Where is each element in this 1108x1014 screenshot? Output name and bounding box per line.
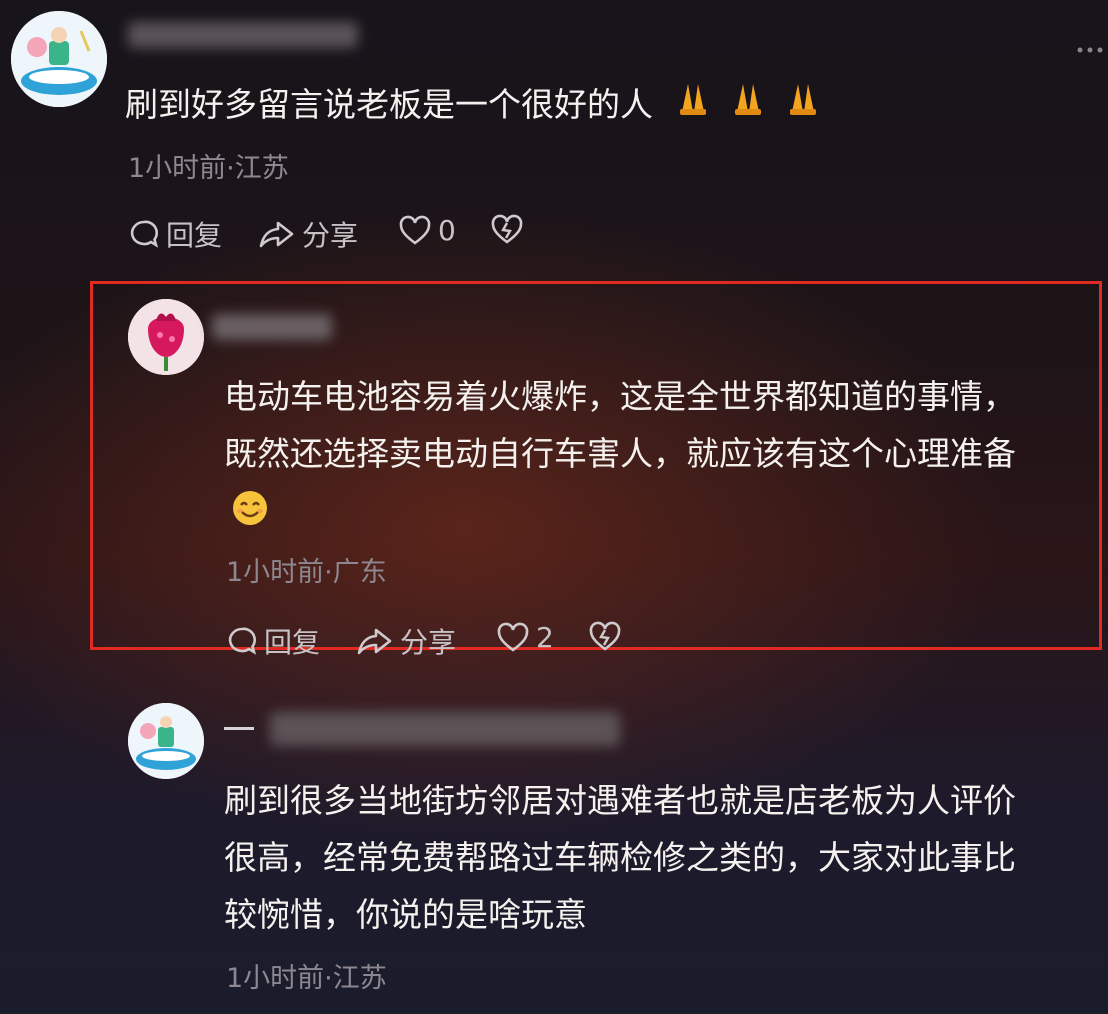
- share-icon: [259, 221, 294, 248]
- share-button[interactable]: 分享: [356, 621, 456, 661]
- comment-line: 很高，经常免费帮路过车辆检修之类的，大家对此事比: [224, 838, 1016, 877]
- comment-line: 电动车电池容易着火爆炸，这是全世界都知道的事情，: [224, 377, 1016, 416]
- comment-meta: 1小时前·广东: [226, 557, 387, 588]
- share-label: 分享: [400, 626, 457, 659]
- share-button[interactable]: 分享: [258, 214, 358, 254]
- dislike-button[interactable]: [490, 214, 524, 246]
- folded-hands-emoji: [672, 78, 822, 135]
- dislike-heart-icon: [589, 621, 621, 651]
- comment-meta: 1小时前·江苏: [226, 963, 387, 994]
- dislike-heart-icon: [491, 214, 523, 244]
- more-icon[interactable]: [1076, 40, 1106, 53]
- heart-icon: [399, 215, 431, 245]
- username-dash: [224, 727, 254, 730]
- avatar[interactable]: [128, 703, 204, 779]
- like-count: 0: [438, 214, 456, 247]
- heart-icon: [497, 622, 529, 652]
- comment-text: 电动车电池容易着火爆炸，这是全世界都知道的事情， 既然还选择卖电动自行车害人，就…: [224, 368, 1016, 539]
- comment-text-body: 刷到好多留言说老板是一个很好的人: [125, 85, 653, 124]
- reply-label: 回复: [264, 626, 321, 659]
- username-redacted: [212, 314, 332, 340]
- comment-text: 刷到很多当地街坊邻居对遇难者也就是店老板为人评价 很高，经常免费帮路过车辆检修之…: [224, 772, 1016, 943]
- username-redacted: [270, 712, 620, 746]
- smiling-face-emoji: [224, 482, 1016, 539]
- avatar[interactable]: [11, 11, 107, 107]
- comment-icon: [130, 220, 159, 248]
- like-count: 2: [536, 621, 554, 654]
- comment-icon: [228, 627, 257, 655]
- comment-line: 较惋惜，你说的是啥玩意: [224, 895, 587, 934]
- username-redacted: [128, 22, 358, 48]
- share-label: 分享: [302, 219, 359, 252]
- comment-meta: 1小时前·江苏: [128, 153, 289, 184]
- reply-button[interactable]: 回复: [128, 214, 222, 254]
- reply-label: 回复: [166, 219, 223, 252]
- like-button[interactable]: 0: [398, 214, 456, 247]
- avatar[interactable]: [128, 299, 204, 375]
- dislike-button[interactable]: [588, 621, 622, 653]
- comment-text: 刷到好多留言说老板是一个很好的人: [125, 76, 822, 135]
- reply-button[interactable]: 回复: [226, 621, 320, 661]
- share-icon: [357, 628, 392, 655]
- like-button[interactable]: 2: [496, 621, 554, 654]
- comment-line: 既然还选择卖电动自行车害人，就应该有这个心理准备: [224, 434, 1016, 473]
- comment-line: 刷到很多当地街坊邻居对遇难者也就是店老板为人评价: [224, 781, 1016, 820]
